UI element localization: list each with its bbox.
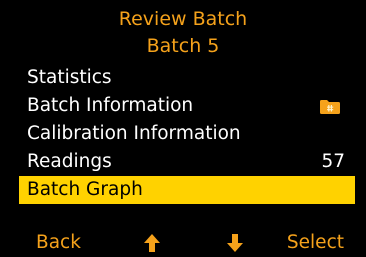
- select-softkey[interactable]: Select: [287, 231, 344, 255]
- device-screen: Review Batch Batch 5 Statistics Batch In…: [0, 0, 366, 257]
- menu-item-readings[interactable]: Readings 57: [19, 148, 355, 176]
- arrow-down-icon[interactable]: [226, 234, 244, 252]
- folder-icon: [320, 100, 340, 114]
- menu-item-batch-graph[interactable]: Batch Graph: [19, 176, 355, 204]
- menu-item-label: Batch Information: [27, 95, 194, 116]
- menu-item-label: Batch Graph: [27, 179, 143, 200]
- screen-title: Review Batch: [118, 8, 248, 30]
- menu-item-label: Calibration Information: [27, 123, 241, 144]
- back-softkey[interactable]: Back: [36, 231, 81, 255]
- arrow-up-icon[interactable]: [143, 234, 161, 252]
- menu-item-calibration-information[interactable]: Calibration Information: [19, 120, 355, 148]
- menu-item-batch-information[interactable]: Batch Information: [19, 92, 355, 120]
- softkey-bar: Back Select: [0, 231, 366, 255]
- review-batch-menu: Statistics Batch Information Calibration…: [19, 64, 355, 204]
- readings-count: 57: [321, 151, 345, 172]
- menu-item-statistics[interactable]: Statistics: [19, 64, 355, 92]
- menu-item-label: Statistics: [27, 67, 112, 88]
- menu-item-label: Readings: [27, 151, 112, 172]
- batch-name: Batch 5: [146, 35, 220, 57]
